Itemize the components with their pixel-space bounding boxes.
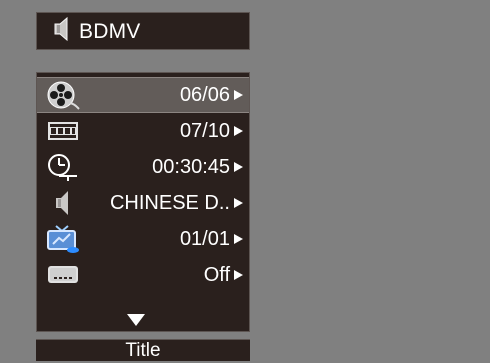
right-arrow-icon <box>234 162 243 172</box>
audio-speaker-icon <box>49 15 71 48</box>
subtitle-icon <box>42 259 84 291</box>
tv-angle-icon <box>42 223 84 255</box>
menu-item-angle[interactable]: 01/01 <box>37 221 249 257</box>
menu-item-chapter-number[interactable]: 07/10 <box>37 113 249 149</box>
settings-menu: 06/06 07/10 00:30:45 CHINESE D.. 01/01 O… <box>36 72 250 332</box>
right-arrow-icon <box>234 90 243 100</box>
right-arrow-icon <box>234 198 243 208</box>
menu-item-title-number[interactable]: 06/06 <box>37 77 249 113</box>
right-arrow-icon <box>234 234 243 244</box>
menu-value: CHINESE D.. <box>109 192 230 214</box>
menu-value: 07/10 <box>179 120 230 142</box>
dvd-menu-screen: BDMV 06/06 07/10 00:30:45 CHINESE D.. 01… <box>0 0 490 363</box>
source-panel: BDMV <box>36 12 250 50</box>
footer-title: Title <box>36 339 250 361</box>
film-reel-icon <box>42 79 84 111</box>
right-arrow-icon <box>234 270 243 280</box>
menu-value: Off <box>203 264 230 286</box>
audio-speaker-icon <box>42 187 84 219</box>
source-label: BDMV <box>79 19 141 43</box>
clock-time-icon <box>42 151 84 183</box>
menu-item-audio[interactable]: CHINESE D.. <box>37 185 249 221</box>
menu-value: 01/01 <box>179 228 230 250</box>
menu-value: 00:30:45 <box>152 156 230 178</box>
down-arrow-icon[interactable] <box>127 314 145 326</box>
right-arrow-icon <box>234 126 243 136</box>
menu-item-time[interactable]: 00:30:45 <box>37 149 249 185</box>
menu-item-subtitle[interactable]: Off <box>37 257 249 293</box>
menu-value: 06/06 <box>179 84 230 106</box>
film-strip-icon <box>42 115 84 147</box>
